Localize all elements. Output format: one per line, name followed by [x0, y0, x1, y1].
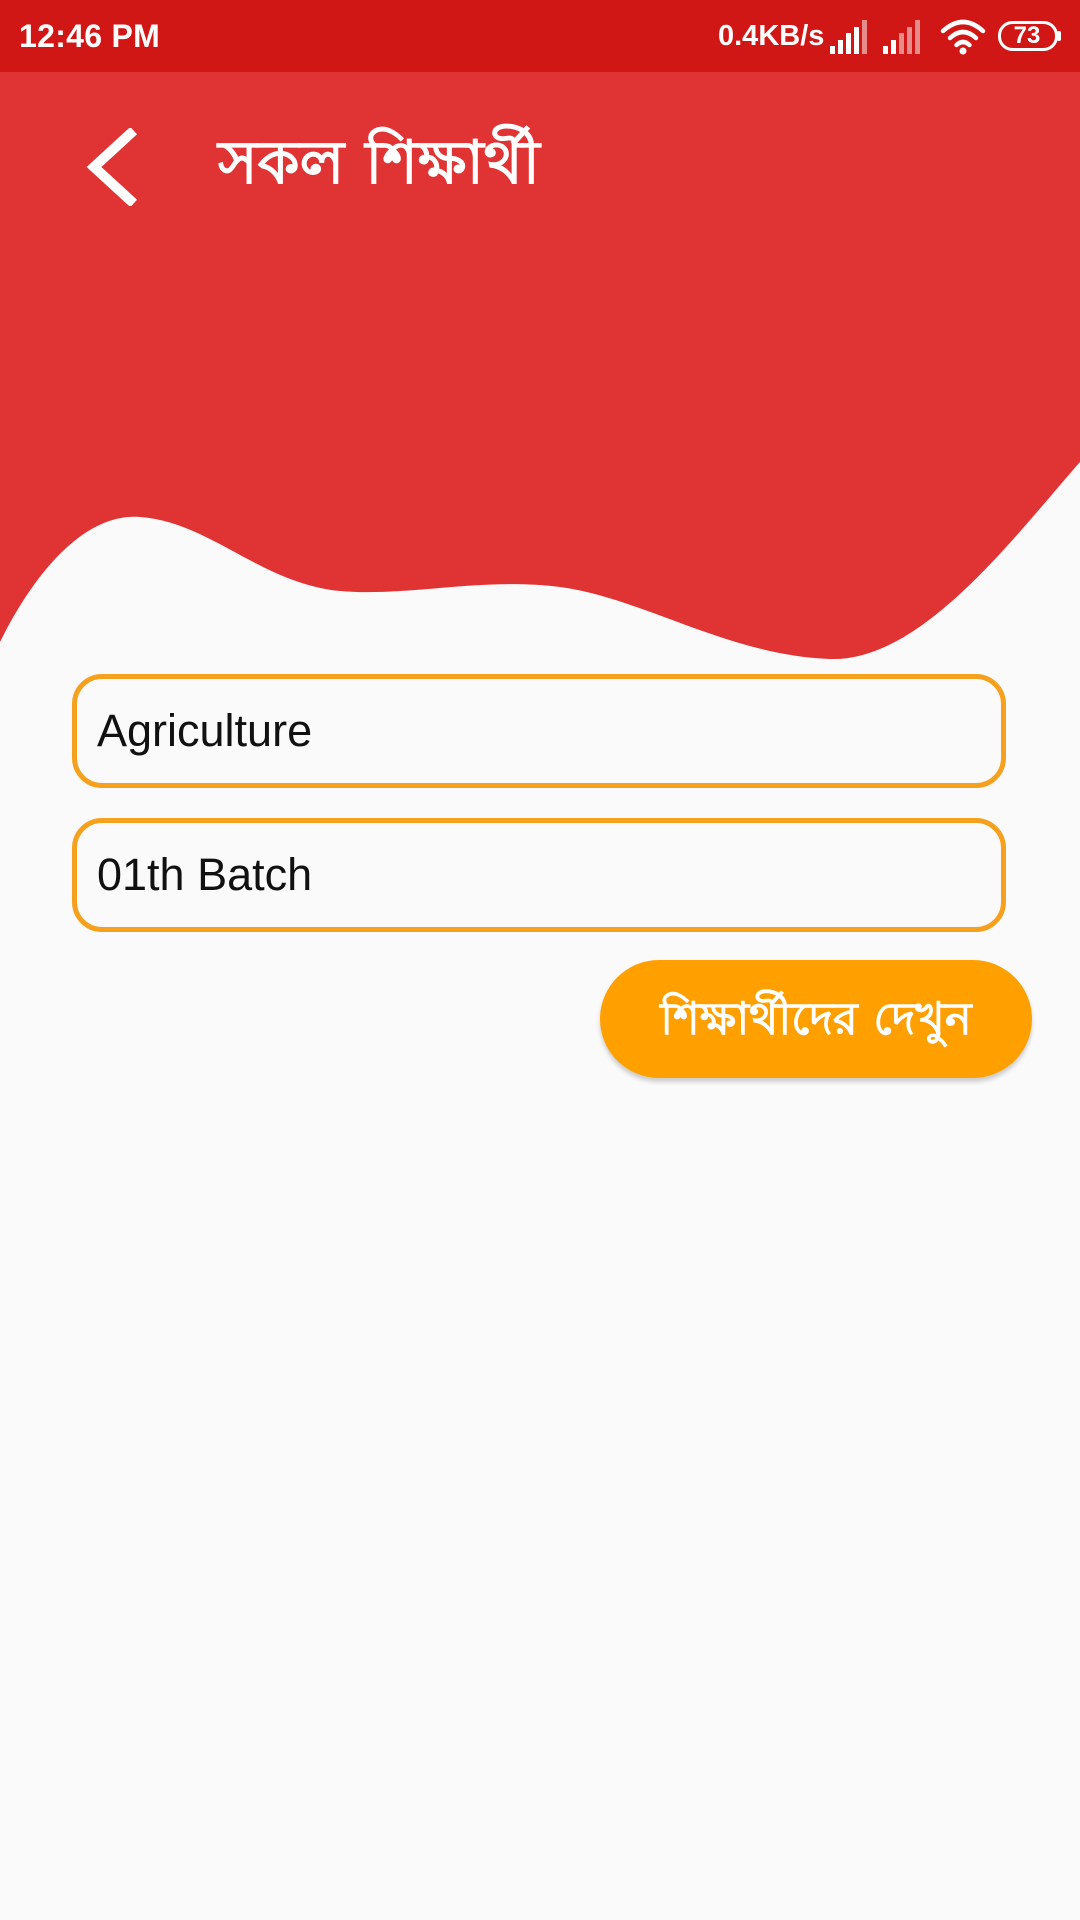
- status-bar: 12:46 PM 0.4KB/s 73: [0, 0, 1080, 72]
- signal-icon: [830, 20, 867, 54]
- view-students-button[interactable]: শিক্ষার্থীদের দেখুন: [600, 960, 1032, 1078]
- back-arrow-icon[interactable]: [82, 128, 140, 206]
- department-select[interactable]: Agriculture: [72, 674, 1006, 788]
- battery-icon: 73: [998, 21, 1062, 51]
- wifi-icon: [940, 19, 986, 55]
- batch-select[interactable]: 01th Batch: [72, 818, 1006, 932]
- page-title: সকল শিক্ষার্থী: [218, 128, 540, 198]
- header-wave-background: [0, 72, 1080, 660]
- battery-level: 73: [1013, 22, 1041, 49]
- network-speed: 0.4KB/s: [718, 20, 825, 52]
- signal-icon: [883, 20, 920, 54]
- status-time: 12:46 PM: [19, 18, 161, 54]
